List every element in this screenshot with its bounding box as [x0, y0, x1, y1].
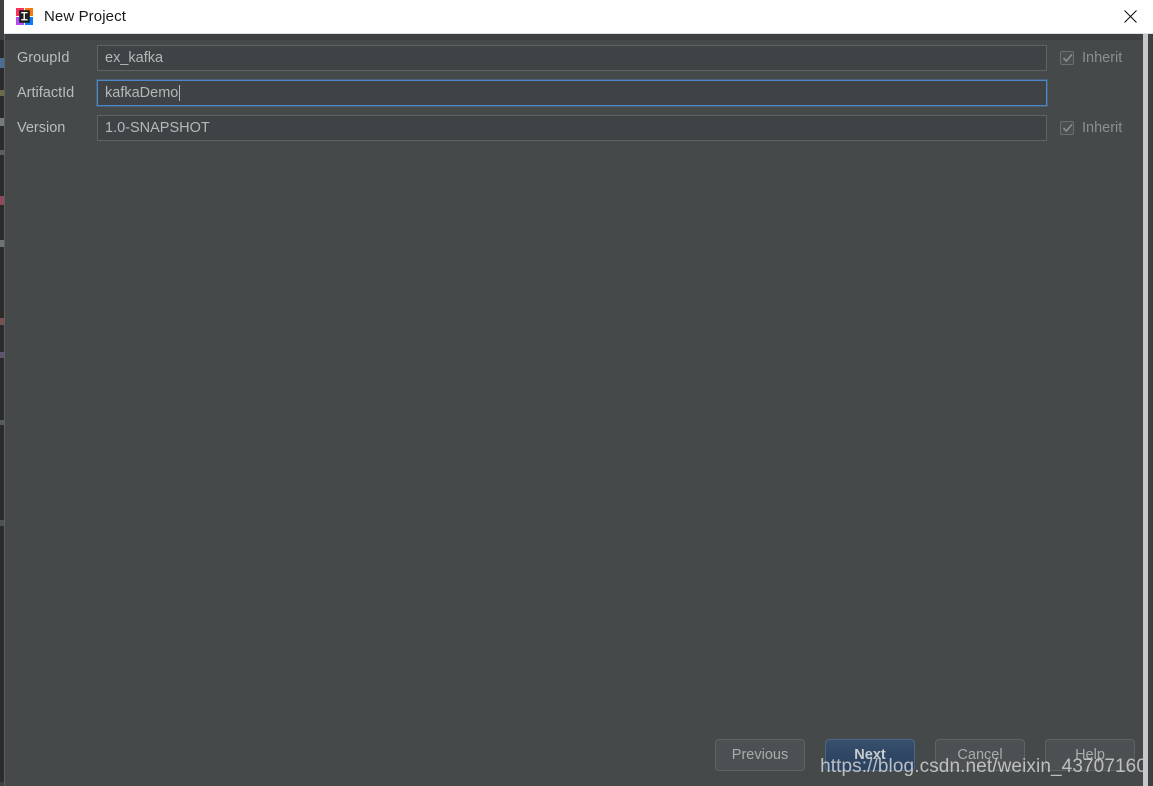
- text-caret: [179, 84, 181, 101]
- dialog-titlebar: New Project: [4, 0, 1153, 34]
- artifactid-value: kafkaDemo: [105, 84, 179, 101]
- close-icon[interactable]: [1107, 0, 1153, 33]
- version-inherit-checkbox[interactable]: [1060, 120, 1074, 135]
- previous-button[interactable]: Previous: [715, 739, 805, 771]
- groupid-inherit-label: Inherit: [1082, 49, 1123, 66]
- form-row-groupid: GroupId ex_kafka Inherit: [5, 40, 1143, 75]
- groupid-input[interactable]: ex_kafka: [97, 44, 1047, 71]
- form-row-artifactid: ArtifactId kafkaDemo: [5, 75, 1143, 110]
- groupid-inherit-checkbox[interactable]: [1060, 50, 1074, 65]
- groupid-inherit-group[interactable]: Inherit: [1060, 50, 1122, 66]
- maven-coordinates-form: GroupId ex_kafka Inherit ArtifactId kafk…: [5, 40, 1143, 145]
- version-inherit-group[interactable]: Inherit: [1060, 120, 1122, 136]
- groupid-label: GroupId: [17, 49, 70, 66]
- dialog-content-panel: GroupId ex_kafka Inherit ArtifactId kafk…: [4, 34, 1148, 786]
- form-row-version: Version 1.0-SNAPSHOT Inherit: [5, 110, 1143, 145]
- version-value: 1.0-SNAPSHOT: [105, 119, 210, 136]
- new-project-dialog: New Project GroupId ex_kafka Inherit Art…: [0, 0, 1153, 786]
- intellij-idea-icon: [16, 8, 33, 25]
- groupid-value: ex_kafka: [105, 49, 164, 66]
- csdn-watermark: https://blog.csdn.net/weixin_43707160: [820, 756, 1147, 777]
- artifactid-label: ArtifactId: [17, 84, 75, 101]
- version-input[interactable]: 1.0-SNAPSHOT: [97, 114, 1047, 141]
- dialog-title: New Project: [44, 8, 126, 25]
- version-inherit-label: Inherit: [1082, 119, 1123, 136]
- version-label: Version: [17, 119, 66, 136]
- artifactid-input[interactable]: kafkaDemo: [97, 79, 1047, 106]
